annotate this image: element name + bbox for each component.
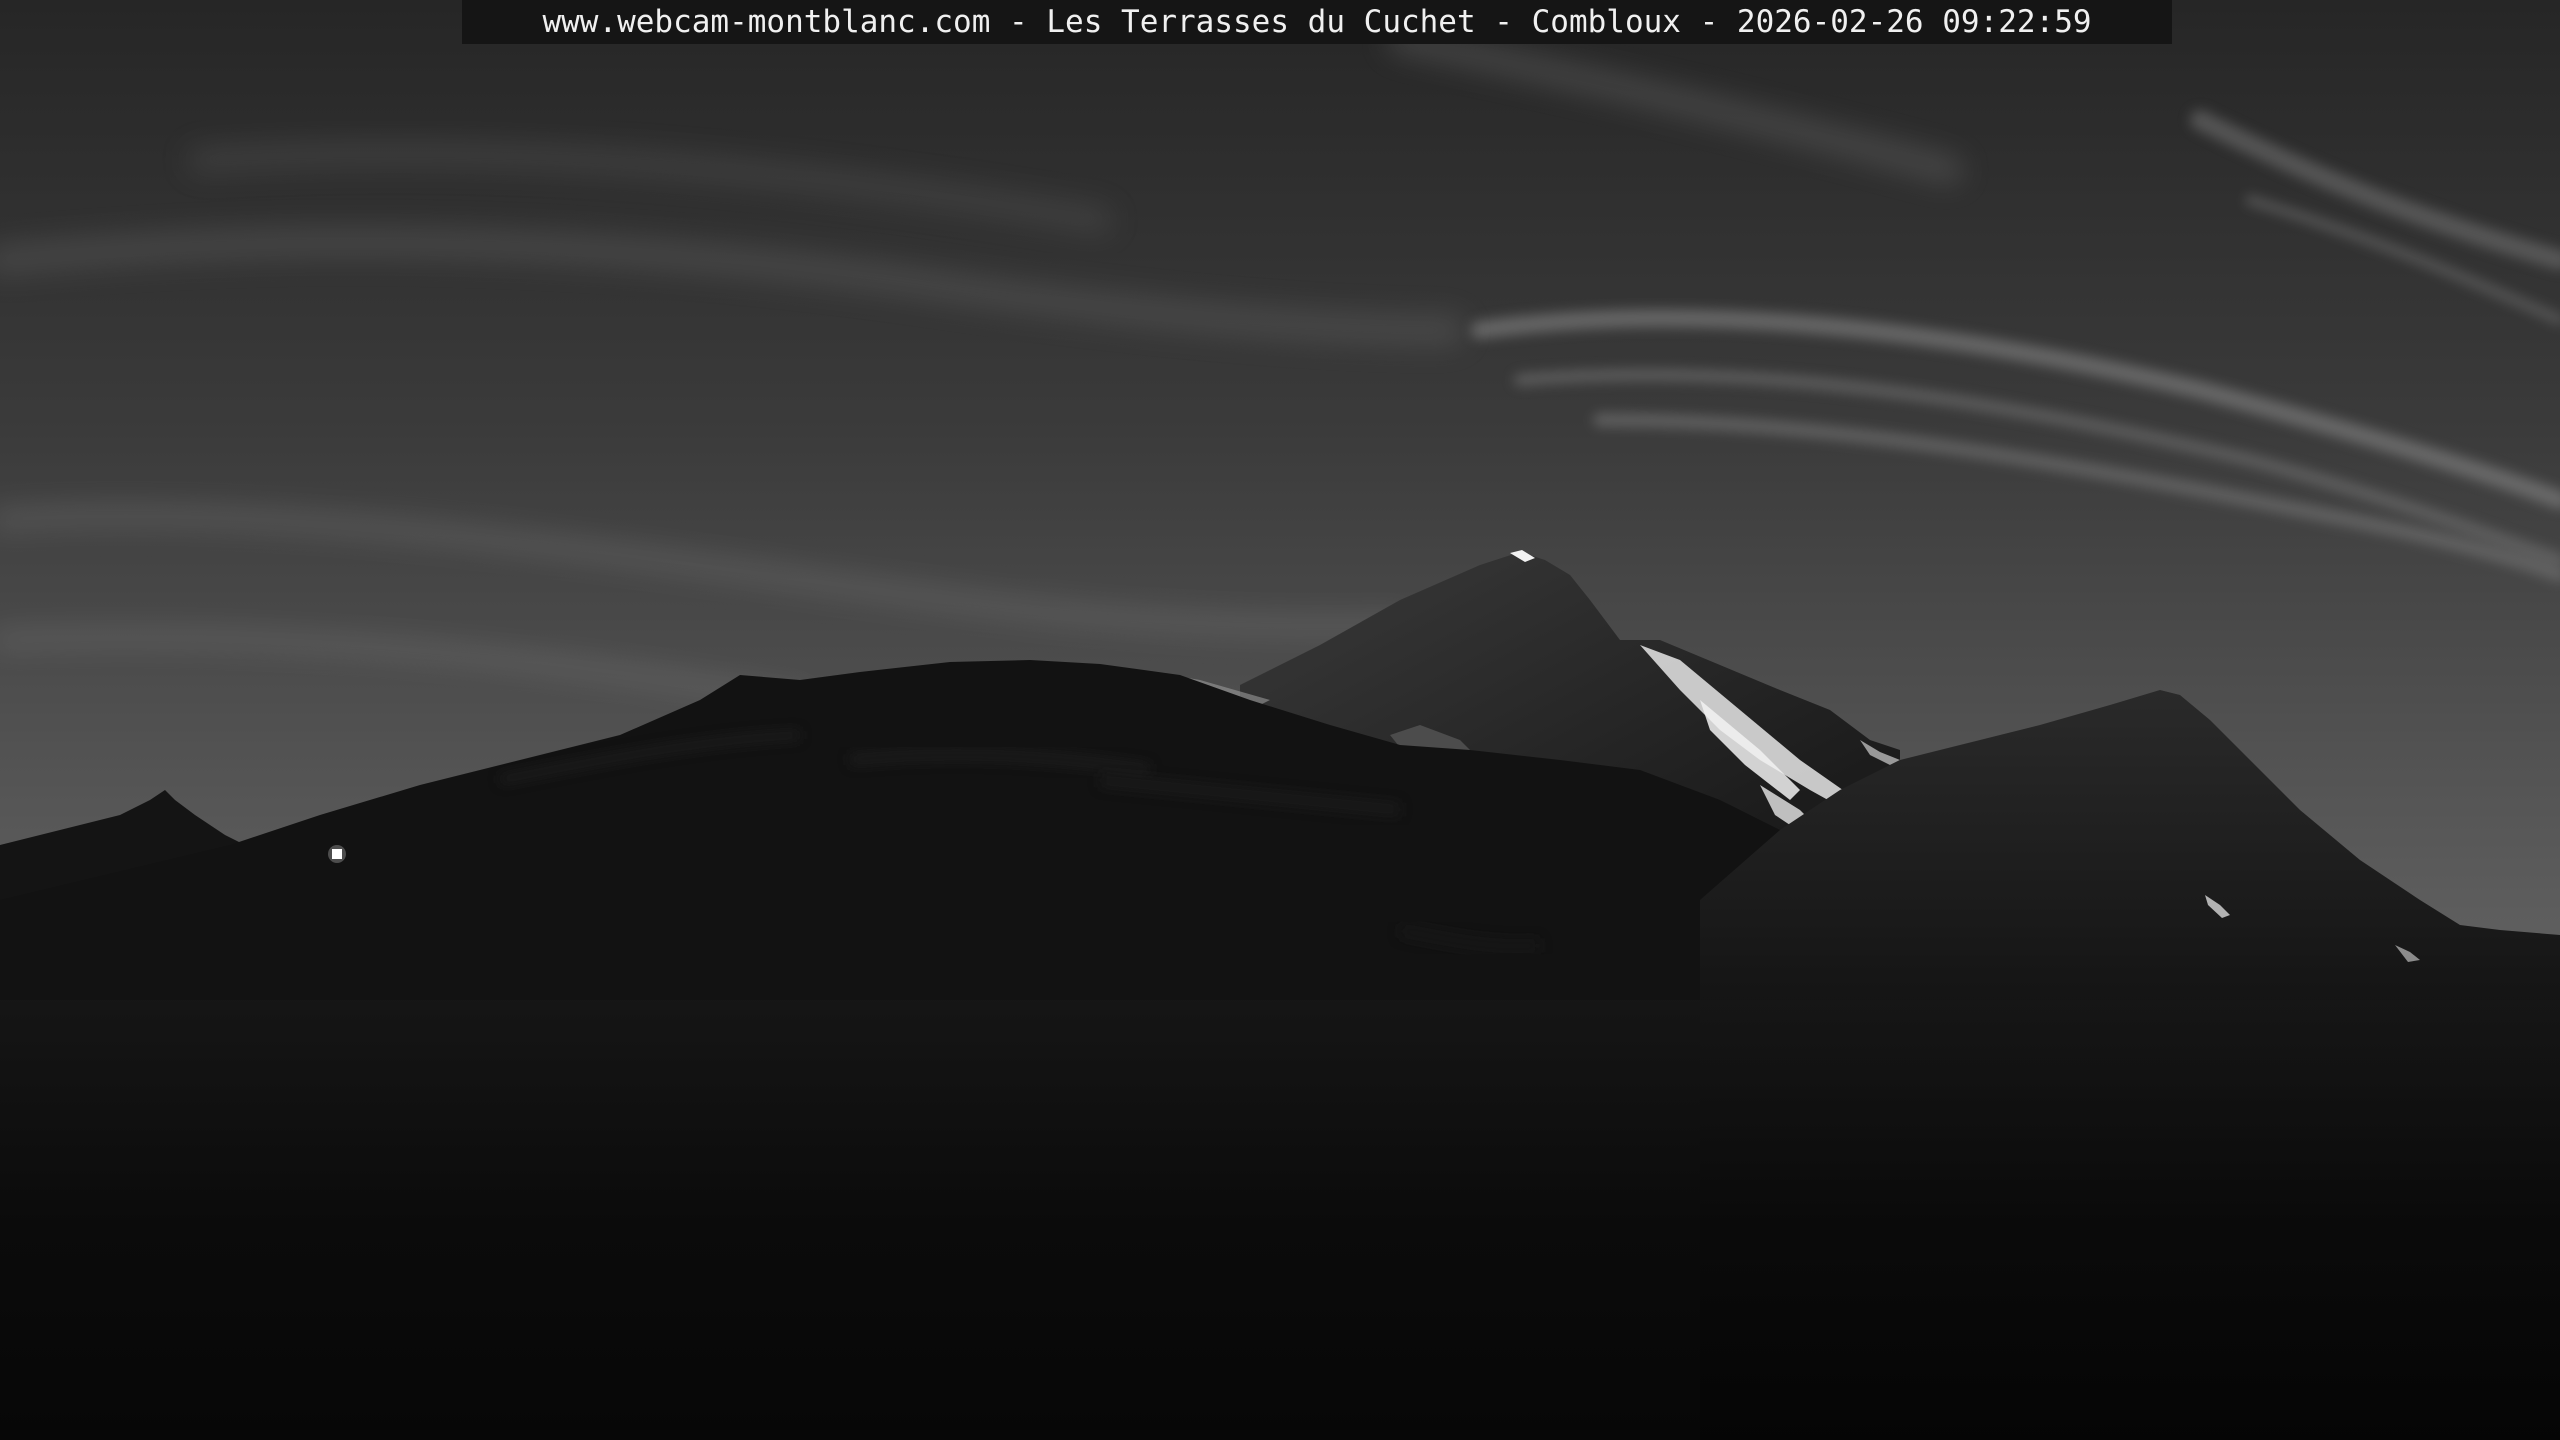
foreground	[0, 1000, 2560, 1440]
webcam-caption: www.webcam-montblanc.com - Les Terrasses…	[542, 4, 2092, 40]
webcam-frame: www.webcam-montblanc.com - Les Terrasses…	[0, 0, 2560, 1440]
mountain-landscape-photo	[0, 0, 2560, 1440]
webcam-caption-bar: www.webcam-montblanc.com - Les Terrasses…	[462, 0, 2172, 44]
